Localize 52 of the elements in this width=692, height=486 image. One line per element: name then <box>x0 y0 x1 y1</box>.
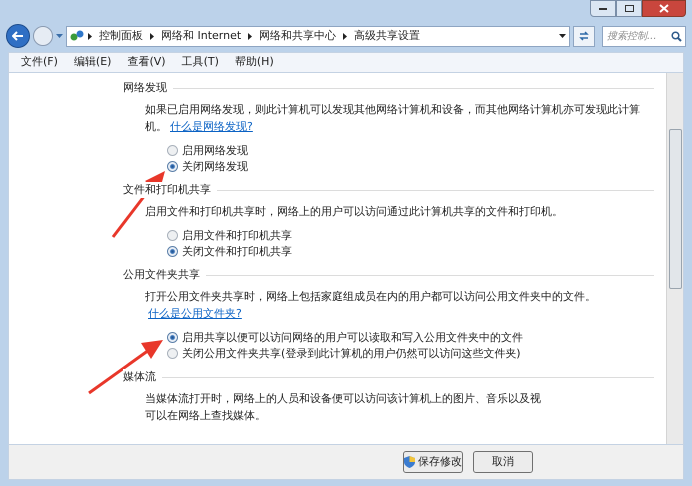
description: 打开公用文件夹共享时，网络上包括家庭组成员在内的用户都可以访问公用文件夹中的文件。 什么是公用文件夹? <box>145 289 597 322</box>
chevron-icon <box>150 32 154 40</box>
network-icon <box>70 30 84 42</box>
search-field[interactable]: 搜索控制... <box>602 26 686 46</box>
address-field[interactable]: 控制面板 网络和 Internet 网络和共享中心 高级共享设置 <box>66 26 570 46</box>
description: 启用文件和打印机共享时，网络上的用户可以访问通过此计算机共享的文件和打印机。 <box>145 204 564 220</box>
refresh-button[interactable] <box>573 26 595 46</box>
help-link[interactable]: 什么是网络发现? <box>170 118 253 135</box>
dropdown-caret-icon[interactable] <box>559 34 566 38</box>
scrollbar[interactable] <box>666 73 683 444</box>
radio-button[interactable] <box>167 160 178 172</box>
close-button[interactable] <box>642 0 686 17</box>
maximize-button[interactable] <box>616 0 642 17</box>
save-button[interactable]: 保存修改 <box>403 451 463 473</box>
menu-item[interactable]: 文件(F) <box>17 54 62 71</box>
radio-button[interactable] <box>167 230 178 240</box>
radio-button[interactable] <box>167 246 178 256</box>
chevron-icon <box>248 32 252 40</box>
menu-item[interactable]: 工具(T) <box>178 54 223 71</box>
chevron-icon <box>343 32 348 40</box>
arrow <box>111 169 167 239</box>
refresh-icon <box>578 30 590 42</box>
description: 当媒体流打开时，网络上的人员和设备便可以访问该计算机上的图片、音乐以及视 <box>145 391 542 407</box>
minimize-button[interactable] <box>590 0 616 17</box>
option-label[interactable]: 关闭文件和打印机共享 <box>182 242 292 260</box>
radio-button[interactable] <box>167 332 178 342</box>
menu-item[interactable]: 编辑(E) <box>70 54 116 71</box>
option-label[interactable]: 启用文件和打印机共享 <box>182 226 292 244</box>
help-link[interactable]: 什么是公用文件夹? <box>148 305 242 322</box>
option-label[interactable]: 启用共享以便可以访问网络的用户可以读取和写入公用文件夹中的文件 <box>182 328 523 346</box>
option-label[interactable]: 启用网络发现 <box>182 142 248 158</box>
radio-button[interactable] <box>167 348 178 358</box>
menu-item[interactable]: 查看(V) <box>123 54 170 71</box>
breadcrumb[interactable]: 高级共享设置 <box>351 28 424 44</box>
description: 如果已启用网络发现，则此计算机可以发现其他网络计算机和设备，而其他网络计算机亦可发现此计算机。 什么是网络发现? <box>145 102 641 135</box>
search-icon <box>671 30 682 42</box>
option-label[interactable]: 关闭公用文件夹共享(登录到此计算机的用户仍然可以访问这些文件夹) <box>182 344 521 362</box>
description: 可以在网络上查找媒体。 <box>145 408 267 424</box>
option-label[interactable]: 关闭网络发现 <box>182 158 248 174</box>
cancel-button[interactable]: 取消 <box>473 451 533 473</box>
chevron-icon <box>88 32 92 40</box>
back-arrow-icon <box>12 31 24 41</box>
breadcrumb[interactable]: 控制面板 <box>96 28 146 44</box>
shield-icon <box>404 456 415 468</box>
back-button[interactable] <box>6 24 30 48</box>
section-heading: 文件和打印机共享 <box>123 182 211 198</box>
close-icon <box>659 4 669 13</box>
radio-button[interactable] <box>167 144 178 156</box>
breadcrumb[interactable]: 网络和共享中心 <box>256 28 340 44</box>
menu-item[interactable]: 帮助(H) <box>230 54 278 71</box>
scrollbar-thumb[interactable] <box>668 129 682 289</box>
breadcrumb[interactable]: 网络和 Internet <box>158 28 244 44</box>
